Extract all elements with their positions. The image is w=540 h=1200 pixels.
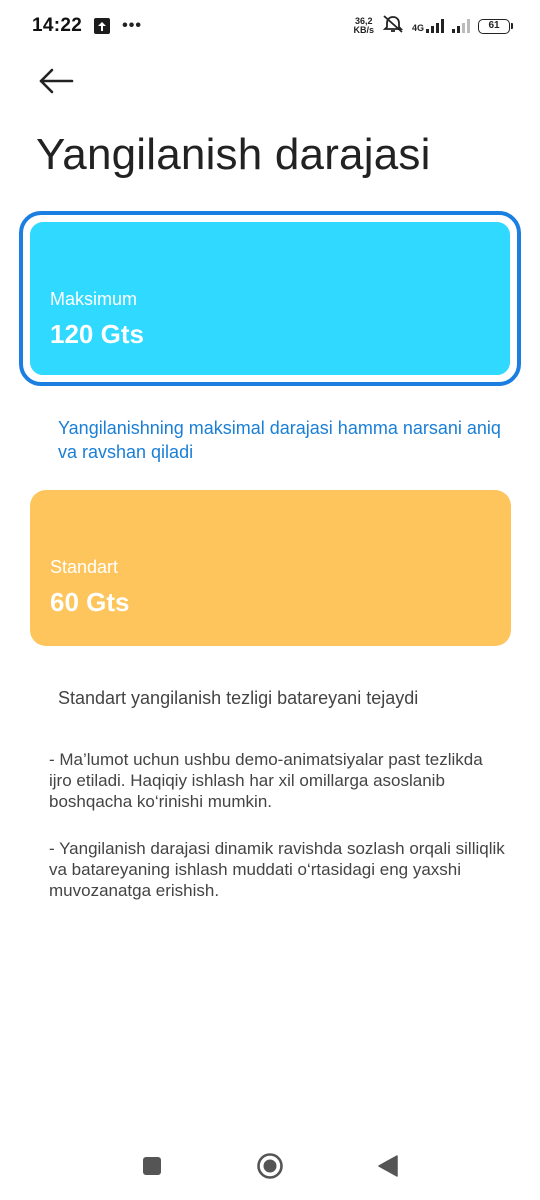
back-button[interactable]: [36, 64, 76, 98]
upload-icon: [94, 18, 111, 34]
arrow-left-icon: [39, 68, 74, 94]
circle-icon: [257, 1153, 283, 1179]
signal-bars-2-icon: [452, 19, 470, 33]
option-maximum-card[interactable]: Maksimum 120 Gts: [27, 219, 513, 378]
cellular-signal-1: 4G: [412, 19, 444, 33]
recent-apps-button[interactable]: [135, 1149, 169, 1183]
option-standard-description: Standart yangilanish tezligi batareyani …: [58, 688, 419, 708]
network-type: 4G: [411, 23, 424, 33]
more-dots-icon: •••: [122, 17, 142, 34]
back-nav-button[interactable]: [371, 1149, 405, 1183]
navigation-bar: [0, 1140, 540, 1192]
option-standard-label: Standart: [50, 557, 119, 577]
option-maximum-value: 120 Gts: [50, 319, 144, 349]
status-bar: 14:22 ••• 36,2 KB/s 4G 61: [0, 0, 540, 52]
battery-icon: 61: [478, 18, 513, 34]
option-standard-value: 60 Gts: [50, 587, 130, 617]
triangle-left-icon: [378, 1155, 398, 1177]
option-maximum-label: Maksimum: [50, 289, 138, 309]
network-speed: 36,2 KB/s: [353, 17, 374, 35]
status-left: 14:22 •••: [32, 15, 142, 37]
screen: 14:22 ••• 36,2 KB/s 4G 61 Yangilanish da…: [0, 0, 540, 1200]
option-maximum-description: Yangilanishning maksimal darajasi hamma …: [58, 418, 501, 462]
signal-bars-icon: [426, 19, 444, 33]
network-speed-unit: KB/s: [353, 25, 374, 35]
battery-level: 61: [488, 19, 500, 31]
status-time: 14:22: [32, 15, 83, 36]
info-note-1: - Ma’lumot uchun ushbu demo-animatsiyala…: [49, 750, 483, 811]
alarm-off-icon: [382, 14, 404, 39]
page-title: Yangilanish darajasi: [36, 130, 431, 179]
option-standard-card[interactable]: Standart 60 Gts: [30, 490, 511, 646]
info-note-2: - Yangilanish darajasi dinamik ravishda …: [49, 839, 505, 900]
square-icon: [143, 1157, 161, 1175]
home-button[interactable]: [253, 1149, 287, 1183]
status-right: 36,2 KB/s 4G 61: [353, 14, 513, 39]
